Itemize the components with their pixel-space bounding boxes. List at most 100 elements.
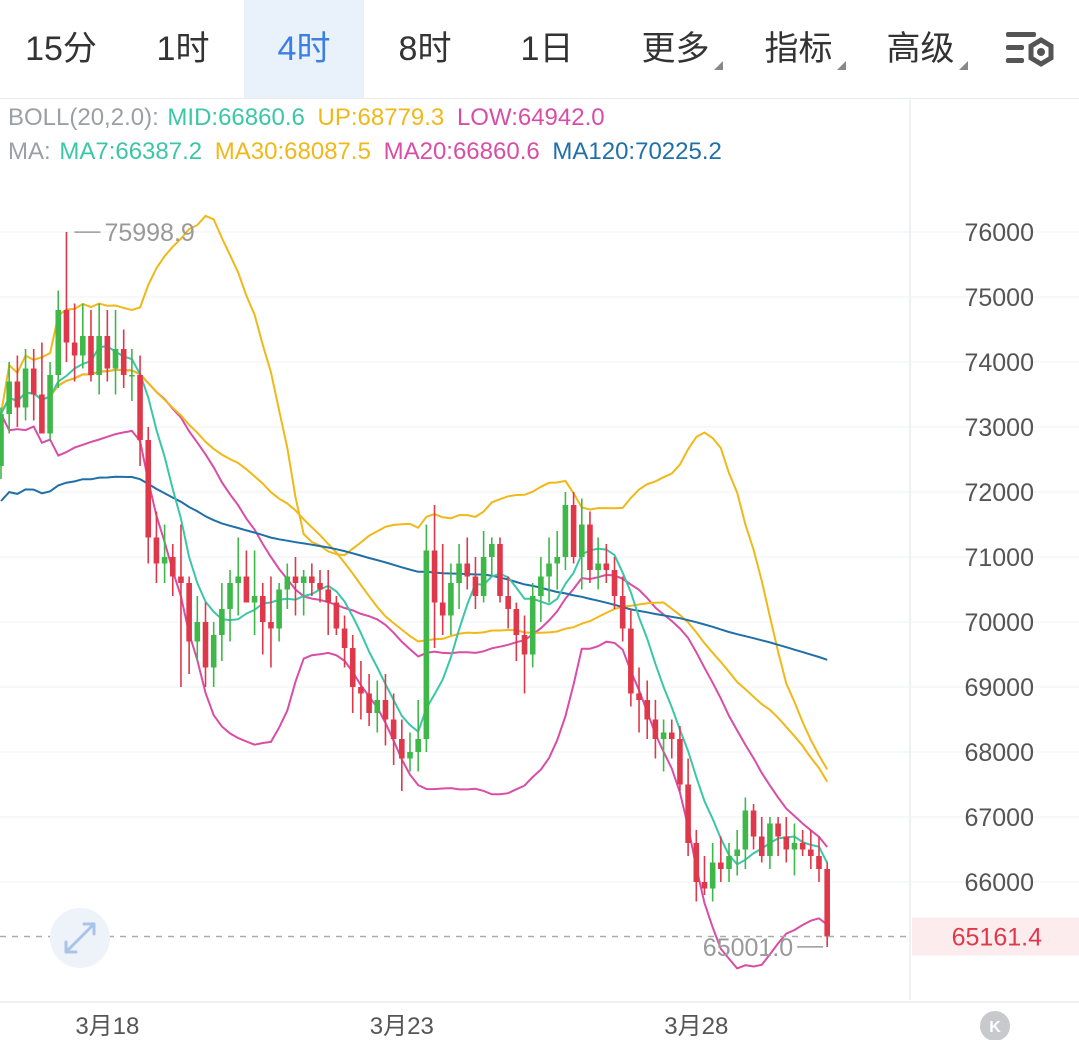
candle-body <box>341 628 348 648</box>
candle-body <box>578 524 585 557</box>
dropdown-caret-icon <box>958 61 968 70</box>
candle-body <box>145 440 152 538</box>
candle-body <box>88 336 94 375</box>
candle-body <box>169 557 176 577</box>
candle-body <box>415 739 421 752</box>
y-tick-label: 70000 <box>964 609 1034 637</box>
tab-label: 指标 <box>764 30 833 68</box>
y-tick-label: 71000 <box>964 544 1034 572</box>
tab-1h[interactable]: 1时 <box>122 0 244 98</box>
candle-body <box>382 700 389 720</box>
tab-8h[interactable]: 8时 <box>364 0 486 98</box>
candle-body <box>251 596 258 603</box>
candle-body <box>300 576 307 583</box>
candle-body <box>693 843 700 882</box>
candle-body <box>390 719 397 739</box>
candle-body <box>808 849 814 856</box>
candle-body <box>399 739 405 759</box>
candle-body <box>489 544 495 557</box>
tab-label: 1时 <box>156 30 210 68</box>
candle-body <box>317 583 323 590</box>
candle-body <box>709 862 716 889</box>
candle-body <box>63 310 70 343</box>
tab-label: 4时 <box>277 30 331 68</box>
candle-body <box>595 563 601 570</box>
candle-body <box>276 589 282 629</box>
candle-body <box>194 622 201 642</box>
y-tick-label: 67000 <box>964 804 1034 832</box>
kline-toggle-glyph: K <box>989 1019 1001 1036</box>
candle-body <box>366 693 372 713</box>
candle-body <box>521 635 528 655</box>
candle-body <box>570 505 577 557</box>
tab-advanced[interactable]: 高级 <box>866 0 988 98</box>
candle-body <box>22 368 29 408</box>
candle-body <box>137 375 143 440</box>
chart-settings-icon[interactable] <box>1004 28 1056 70</box>
candle-body <box>472 576 479 596</box>
tab-label: 高级 <box>886 30 955 68</box>
candle-body <box>227 583 233 609</box>
y-tick-label: 66000 <box>964 869 1034 897</box>
low-price-label: 65001.0 <box>703 934 793 962</box>
tab-label: 更多 <box>641 30 710 68</box>
candle-body <box>333 602 340 629</box>
candle-body <box>96 336 102 375</box>
candle-body <box>652 719 659 739</box>
candle-body <box>358 687 364 694</box>
x-tick-label: 3月23 <box>370 1013 434 1040</box>
candle-body <box>219 609 225 635</box>
candle-body <box>112 349 119 369</box>
candle-body <box>603 563 610 570</box>
candle-body <box>268 622 274 629</box>
candle-body <box>464 563 471 577</box>
candle-body <box>529 596 536 655</box>
candle-body <box>71 342 78 356</box>
candle-body <box>161 557 168 564</box>
candle-body <box>153 537 160 564</box>
ma120-line <box>0 475 828 661</box>
candle-body <box>292 576 299 583</box>
tab-label: 1日 <box>520 30 574 68</box>
y-tick-label: 75000 <box>964 284 1034 312</box>
kline-toggle-icon[interactable]: K <box>980 1011 1010 1040</box>
tab-15min[interactable]: 15分 <box>0 0 122 98</box>
candle-body <box>816 856 822 869</box>
candlestick-chart[interactable]: 76000 75000 74000 73000 72000 71000 70000 69000… <box>0 100 1079 1040</box>
candle-body <box>783 836 790 850</box>
candle-body <box>14 381 21 408</box>
candle-body <box>374 700 381 713</box>
candle-body <box>562 505 569 557</box>
tab-more[interactable]: 更多 <box>620 0 744 98</box>
candle-body <box>6 381 12 414</box>
high-price-label: 75998.9 <box>104 219 194 247</box>
candle-body <box>448 583 454 616</box>
candle-body <box>55 310 62 375</box>
tab-4h[interactable]: 4时 <box>244 0 364 98</box>
boll-upper-line <box>0 214 829 770</box>
dropdown-caret-icon <box>713 61 723 70</box>
candle-body <box>668 732 675 739</box>
candle-body <box>546 563 552 577</box>
candle-body <box>439 602 446 616</box>
ma7-line <box>0 345 829 866</box>
candle-body <box>423 550 430 739</box>
candle-body <box>734 849 740 856</box>
candle-body <box>611 570 618 596</box>
candle-body <box>726 856 732 869</box>
tab-1d[interactable]: 1日 <box>486 0 608 98</box>
y-tick-label: 69000 <box>964 674 1034 702</box>
candle-body <box>824 869 830 937</box>
candle-body <box>120 349 127 375</box>
candle-body <box>742 810 749 850</box>
tab-indicators[interactable]: 指标 <box>744 0 866 98</box>
ma20-line <box>0 368 828 848</box>
candle-body <box>718 862 724 869</box>
candle-body <box>538 576 544 596</box>
candle-body <box>677 739 683 785</box>
candle-body <box>80 336 86 356</box>
candle-body <box>210 635 217 668</box>
candle-body <box>505 596 511 609</box>
fullscreen-icon[interactable] <box>50 908 110 968</box>
last-price-value: 65161.4 <box>952 924 1042 952</box>
